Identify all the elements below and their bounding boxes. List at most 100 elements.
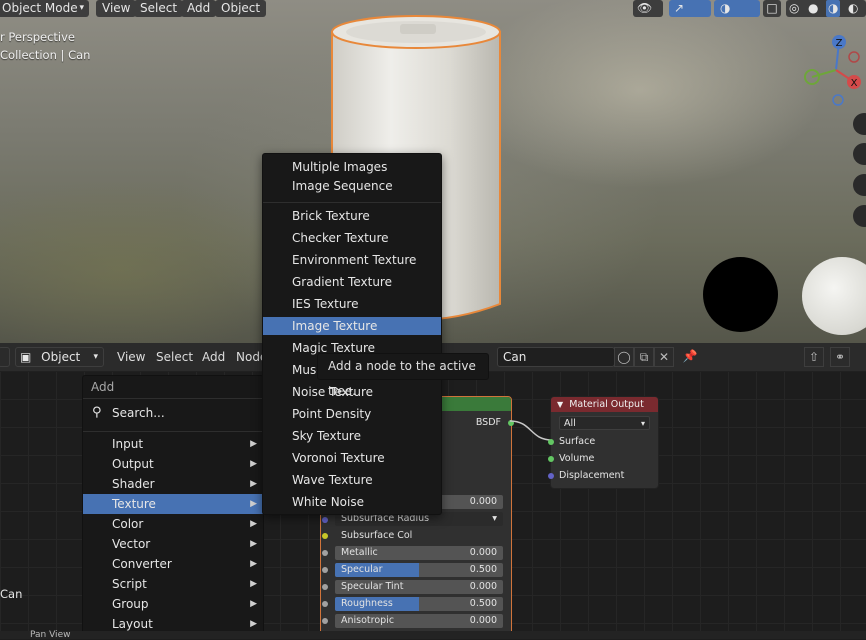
volume-socket-label: Volume: [559, 453, 595, 464]
axis-gizmo[interactable]: Z X: [800, 30, 866, 110]
menu-item-environment-texture[interactable]: Environment Texture: [263, 251, 441, 269]
displacement-socket-label: Displacement: [559, 470, 625, 481]
hdri-preview-sphere-dark: [703, 257, 778, 332]
search-label: Search...: [112, 406, 165, 420]
displacement-socket[interactable]: [548, 473, 554, 479]
pin-icon[interactable]: 📌: [680, 347, 700, 367]
object-dropdown[interactable]: ▣ Object ▾: [15, 347, 104, 367]
svg-text:X: X: [851, 78, 858, 89]
menu-item-script[interactable]: Script ▶: [83, 574, 263, 594]
snap-icon[interactable]: ⚭: [830, 347, 850, 367]
menu-item-voronoi-texture[interactable]: Voronoi Texture: [263, 449, 441, 467]
prop-label: Subsurface Col: [341, 530, 413, 541]
menu-item-image-texture[interactable]: Image Texture: [263, 317, 441, 335]
menu-add[interactable]: Add: [181, 0, 217, 17]
prop-value: 0.500: [469, 598, 497, 609]
item-label: Texture: [112, 497, 156, 511]
menu-item-input[interactable]: Input ▶: [83, 434, 263, 454]
item-label: Converter: [112, 557, 172, 571]
metallic-slider[interactable]: Metallic 0.000: [335, 546, 503, 560]
wireframe-shading-icon[interactable]: ◎: [789, 0, 799, 17]
fake-user-shield-icon[interactable]: ◯: [614, 347, 634, 367]
parent-tree-icon[interactable]: ⇧: [804, 347, 824, 367]
input-socket[interactable]: [322, 567, 328, 573]
camera-icon[interactable]: [853, 174, 866, 196]
status-bar: Pan View: [0, 630, 866, 640]
subsurface-color-field[interactable]: Subsurface Col: [335, 529, 503, 543]
input-socket[interactable]: [322, 533, 328, 539]
item-label: Group: [112, 597, 149, 611]
editor-type-button[interactable]: [0, 347, 10, 367]
material-output-node[interactable]: ▼ Material Output All ▾ Surface Volume D…: [548, 396, 659, 489]
svg-text:Z: Z: [836, 38, 843, 49]
menu-view[interactable]: View: [96, 0, 137, 17]
specular-slider[interactable]: Specular 0.500: [335, 563, 503, 577]
xray-icon: □: [766, 1, 778, 15]
menu-item-vector[interactable]: Vector ▶: [83, 534, 263, 554]
submenu-arrow-icon: ▶: [250, 499, 257, 509]
input-socket[interactable]: [322, 517, 328, 523]
solid-shading-icon[interactable]: ●: [808, 0, 818, 17]
texture-submenu: Multiple Images Image Sequence Brick Tex…: [262, 153, 442, 515]
search-menu-item[interactable]: ⚲ Search...: [83, 402, 263, 426]
material-shading-icon[interactable]: ◑: [826, 0, 841, 17]
submenu-arrow-icon: ▶: [250, 539, 257, 549]
menu-item-image-sequence[interactable]: Image Sequence: [263, 177, 441, 195]
gizmo-toggle[interactable]: ↗: [669, 0, 711, 17]
material-name-field[interactable]: Can: [497, 347, 615, 367]
menu-select[interactable]: Select: [156, 350, 193, 364]
menu-item-color[interactable]: Color ▶: [83, 514, 263, 534]
prop-label: Metallic: [341, 547, 378, 558]
menu-item-multiple-images[interactable]: Multiple Images: [263, 158, 441, 176]
ortho-toggle-icon[interactable]: [853, 205, 866, 227]
anisotropic-slider[interactable]: Anisotropic 0.000: [335, 614, 503, 628]
node-header: ▼ Material Output: [551, 397, 658, 412]
pan-icon[interactable]: [853, 143, 866, 165]
close-icon[interactable]: ✕: [654, 347, 674, 367]
menu-item-shader[interactable]: Shader ▶: [83, 474, 263, 494]
menu-item-converter[interactable]: Converter ▶: [83, 554, 263, 574]
menu-item-gradient-texture[interactable]: Gradient Texture: [263, 273, 441, 291]
menu-item-group[interactable]: Group ▶: [83, 594, 263, 614]
visibility-dropdown[interactable]: 👁: [633, 0, 663, 17]
input-socket[interactable]: [322, 618, 328, 624]
specular-tint-slider[interactable]: Specular Tint 0.000: [335, 580, 503, 594]
menu-select[interactable]: Select: [134, 0, 184, 17]
menu-item-point-density[interactable]: Point Density: [263, 405, 441, 423]
mode-dropdown[interactable]: Object Mode ▾: [0, 0, 89, 17]
separator: [263, 202, 441, 203]
menu-item-wave-texture[interactable]: Wave Texture: [263, 471, 441, 489]
volume-socket[interactable]: [548, 456, 554, 462]
shading-buttons: ◎ ● ◑ ◐: [786, 0, 866, 17]
submenu-arrow-icon: ▶: [250, 459, 257, 469]
menu-item-white-noise[interactable]: White Noise: [263, 493, 441, 511]
menu-item-ies-texture[interactable]: IES Texture: [263, 295, 441, 313]
menu-item-output[interactable]: Output ▶: [83, 454, 263, 474]
item-label: Script: [112, 577, 147, 591]
item-label: Vector: [112, 537, 151, 551]
rendered-shading-icon[interactable]: ◐: [848, 0, 858, 17]
zoom-icon[interactable]: [853, 113, 866, 135]
surface-socket[interactable]: [548, 439, 554, 445]
collapse-chevron-icon[interactable]: ▼: [557, 400, 563, 409]
menu-item-sky-texture[interactable]: Sky Texture: [263, 427, 441, 445]
input-socket[interactable]: [322, 550, 328, 556]
menu-view[interactable]: View: [117, 350, 145, 364]
menu-item-checker-texture[interactable]: Checker Texture: [263, 229, 441, 247]
menu-item-texture[interactable]: Texture ▶: [83, 494, 263, 514]
input-socket[interactable]: [322, 584, 328, 590]
menu-item-brick-texture[interactable]: Brick Texture: [263, 207, 441, 225]
object-type-icon: ▣: [20, 350, 32, 364]
target-dropdown[interactable]: All ▾: [559, 416, 650, 430]
menu-add[interactable]: Add: [202, 350, 225, 364]
menu-object[interactable]: Object: [215, 0, 267, 17]
duplicate-icon[interactable]: ⧉: [634, 347, 654, 367]
separator: [83, 431, 263, 432]
roughness-slider[interactable]: Roughness 0.500: [335, 597, 503, 611]
overlay-toggle[interactable]: ◑: [714, 0, 760, 17]
xray-toggle[interactable]: □: [763, 0, 781, 17]
input-socket[interactable]: [322, 601, 328, 607]
hdri-preview-sphere-light: [802, 257, 866, 335]
prop-label: Specular Tint: [341, 581, 404, 592]
submenu-arrow-icon: ▶: [250, 559, 257, 569]
